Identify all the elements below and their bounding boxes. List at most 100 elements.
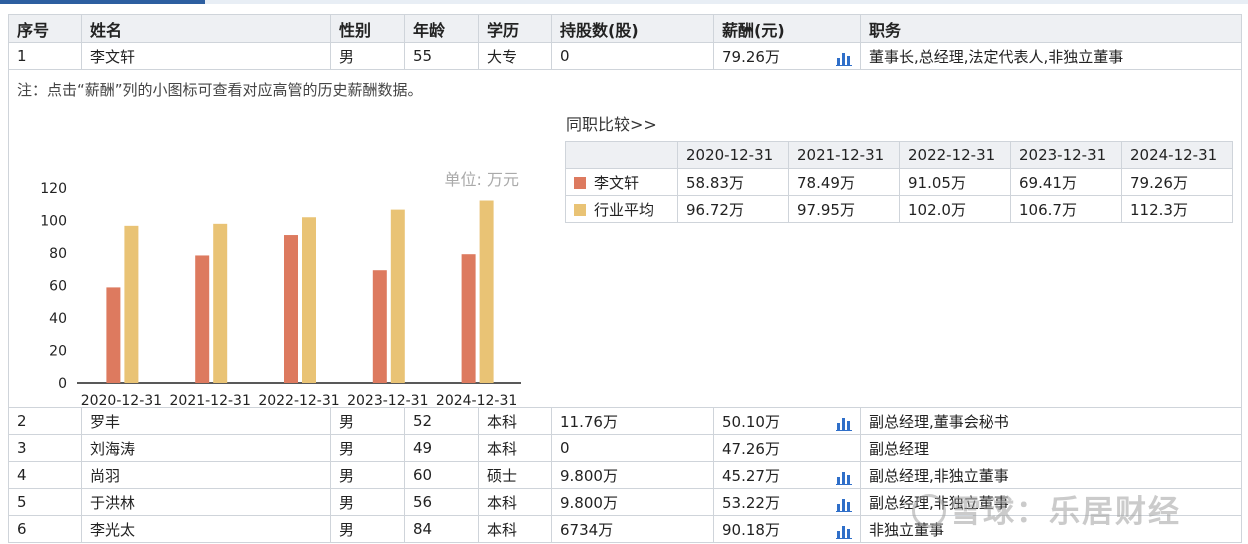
bar-person — [195, 255, 210, 383]
compare-value: 91.05万 — [899, 168, 1011, 196]
bar-industry-avg — [124, 225, 139, 383]
compare-header-row: 2020-12-31 2021-12-31 2022-12-31 2023-12-31… — [565, 141, 1233, 169]
cell-edu: 大专 — [478, 42, 552, 70]
cell-shares-text: 9.800万 — [560, 493, 618, 512]
peer-compare-link[interactable]: 同职比较>> — [566, 111, 657, 135]
compare-year-header: 2024-12-31 — [1121, 141, 1233, 169]
cell-age-text: 55 — [413, 47, 433, 65]
cell-shares-text: 0 — [560, 47, 570, 65]
cell-no: 6 — [8, 515, 82, 543]
cell-name: 刘海涛 — [81, 434, 331, 462]
cell-gender: 男 — [330, 461, 405, 489]
cell-name: 李文轩 — [81, 42, 331, 70]
compare-year-header: 2022-12-31 — [899, 141, 1011, 169]
salary-bar-chart: 单位: 万元 0 20 40 60 80 100 120 2020-12-31 2021-12-3… — [40, 170, 521, 408]
cell-edu-text: 大专 — [487, 47, 518, 66]
cell-no-text: 3 — [17, 439, 27, 457]
compare-year-header: 2023-12-31 — [1010, 141, 1122, 169]
bar-person — [461, 254, 476, 383]
salary-history-chart-icon[interactable] — [836, 51, 852, 66]
top-tab-strip — [0, 0, 1248, 4]
y-tick-label: 80 — [49, 246, 67, 262]
table-row[interactable]: 4 尚羽 男 60 硕士 9.800万 45.27万 副总经理,非独立董事 — [8, 461, 1242, 489]
cell-age-text: 60 — [413, 466, 433, 484]
bar-industry-avg — [213, 223, 228, 383]
cell-shares-text: 9.800万 — [560, 466, 618, 485]
cell-name-text: 罗丰 — [90, 412, 121, 431]
column-header: 序号 — [8, 14, 82, 43]
cell-shares-text: 0 — [560, 439, 570, 457]
cell-salary-text: 90.18万 — [722, 520, 780, 539]
cell-salary-text: 50.10万 — [722, 412, 780, 431]
column-header: 年龄 — [404, 14, 479, 43]
salary-history-chart-icon[interactable] — [836, 416, 852, 431]
x-tick-label: 2024-12-31 — [436, 393, 517, 408]
compare-series-name: 李文轩 — [594, 173, 640, 192]
cell-salary: 45.27万 — [713, 461, 861, 489]
compare-value: 97.95万 — [788, 195, 900, 223]
cell-edu-text: 本科 — [487, 412, 518, 431]
cell-age: 84 — [404, 515, 479, 543]
cell-salary-text: 45.27万 — [722, 466, 780, 485]
column-header: 性别 — [330, 14, 405, 43]
salary-history-chart-icon[interactable] — [836, 497, 852, 512]
x-tick-label: 2020-12-31 — [81, 393, 162, 408]
cell-shares: 6734万 — [551, 515, 714, 543]
peer-compare-table: 2020-12-31 2021-12-31 2022-12-31 2023-12-31… — [565, 141, 1233, 223]
compare-row: 行业平均 96.72万 97.95万 102.0万 106.7万 112.3万 — [565, 195, 1233, 223]
salary-detail-row: 注：点击“薪酬”列的小图标可查看对应高管的历史薪酬数据。 单位: 万元 0 20 40… — [8, 69, 1242, 408]
salary-history-chart-icon[interactable] — [836, 470, 852, 485]
cell-edu: 本科 — [478, 434, 552, 462]
table-row[interactable]: 3 刘海涛 男 49 本科 0 47.26万 副总经理 — [8, 434, 1242, 462]
cell-age: 56 — [404, 488, 479, 516]
legend-swatch — [574, 203, 586, 216]
cell-age-text: 52 — [413, 412, 433, 430]
cell-name: 李光太 — [81, 515, 331, 543]
compare-value: 96.72万 — [677, 195, 789, 223]
y-tick-label: 20 — [49, 344, 67, 360]
cell-no-text: 2 — [17, 412, 27, 430]
cell-salary-text: 53.22万 — [722, 493, 780, 512]
compare-year-header: 2021-12-31 — [788, 141, 900, 169]
cell-edu-text: 本科 — [487, 493, 518, 512]
cell-gender: 男 — [330, 42, 405, 70]
executive-table: 序号 姓名 性别 年龄 学历 持股数(股) 薪酬(元) 职务 1 李文轩男 55 大专 0 79.26万… — [8, 14, 1242, 543]
cell-name: 于洪林 — [81, 488, 331, 516]
compare-value: 112.3万 — [1121, 195, 1233, 223]
compare-year-header: 2020-12-31 — [677, 141, 789, 169]
table-row[interactable]: 2 罗丰 男 52 本科 11.76万 50.10万 副总经理,董事会秘书 — [8, 407, 1242, 435]
table-row[interactable]: 1 李文轩 男 55 大专 0 79.26万 董事长,总经理,法定代表人,非独立董事 — [8, 42, 1242, 70]
salary-detail-panel: 注：点击“薪酬”列的小图标可查看对应高管的历史薪酬数据。 单位: 万元 0 20 40… — [8, 69, 1242, 408]
cell-age: 49 — [404, 434, 479, 462]
cell-no: 4 — [8, 461, 82, 489]
chart-unit-label: 单位: 万元 — [445, 170, 519, 189]
y-tick-label: 120 — [40, 181, 67, 197]
cell-salary-text: 47.26万 — [722, 439, 780, 458]
x-tick-label: 2023-12-31 — [347, 393, 428, 408]
cell-salary-text: 79.26万 — [722, 47, 780, 66]
x-tick-label: 2021-12-31 — [170, 393, 251, 408]
bar-person — [284, 235, 298, 383]
cell-age-text: 56 — [413, 493, 433, 511]
compare-series-label: 行业平均 — [565, 195, 678, 223]
cell-no: 1 — [8, 42, 82, 70]
column-header: 学历 — [478, 14, 552, 43]
compare-corner — [565, 141, 678, 169]
cell-role-text: 董事长,总经理,法定代表人,非独立董事 — [869, 47, 1124, 66]
salary-note: 注：点击“薪酬”列的小图标可查看对应高管的历史薪酬数据。 — [17, 81, 423, 99]
cell-name: 尚羽 — [81, 461, 331, 489]
compare-series-name: 行业平均 — [594, 200, 655, 219]
bar-industry-avg — [479, 200, 494, 383]
salary-history-chart-icon[interactable] — [836, 524, 852, 539]
compare-series-label: 李文轩 — [565, 168, 678, 196]
cell-gender: 男 — [330, 515, 405, 543]
cell-shares: 11.76万 — [551, 407, 714, 435]
cell-shares-text: 11.76万 — [560, 412, 618, 431]
cell-gender: 男 — [330, 434, 405, 462]
cell-role-text: 副总经理,董事会秘书 — [869, 412, 1009, 431]
cell-edu: 硕士 — [478, 461, 552, 489]
bar-industry-avg — [390, 209, 405, 383]
cell-role-text: 副总经理,非独立董事 — [869, 466, 1009, 485]
cell-salary: 50.10万 — [713, 407, 861, 435]
y-tick-label: 40 — [49, 311, 67, 327]
